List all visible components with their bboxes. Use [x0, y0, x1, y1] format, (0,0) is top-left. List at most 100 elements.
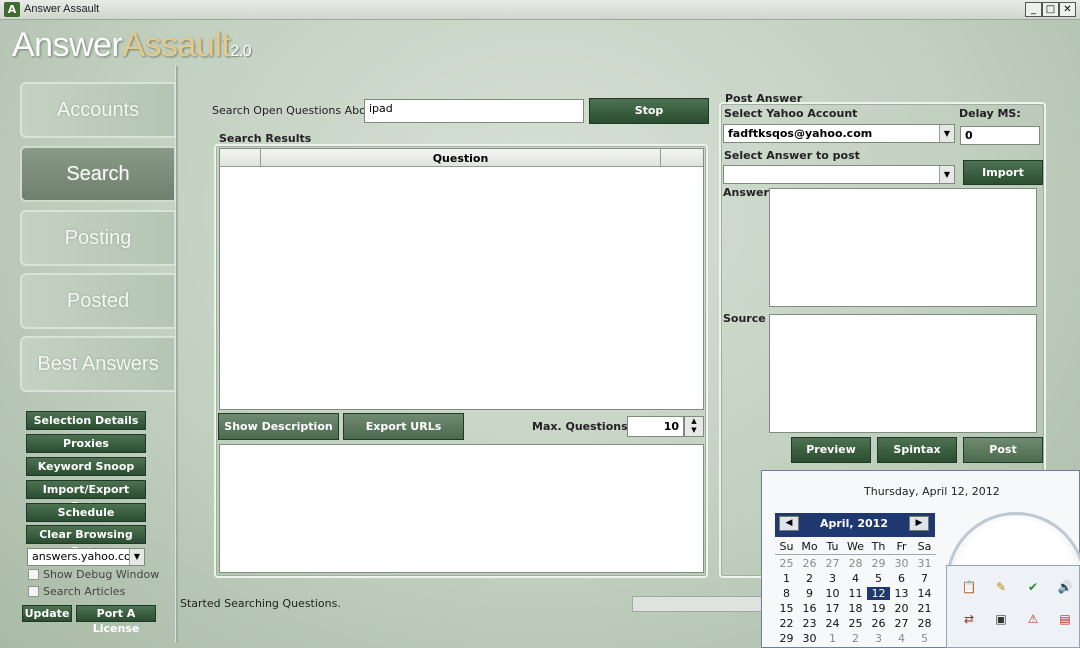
calendar-day[interactable]: 13: [890, 587, 913, 600]
close-button[interactable]: ✕: [1059, 2, 1076, 17]
clipboard-icon[interactable]: 📋: [961, 580, 977, 594]
preview-button[interactable]: Preview: [791, 437, 871, 463]
calendar-day[interactable]: 9: [798, 587, 821, 600]
calendar-day[interactable]: 6: [890, 572, 913, 585]
calendar-day[interactable]: 26: [798, 557, 821, 570]
monitor-icon[interactable]: ▣: [993, 612, 1009, 626]
calendar-day[interactable]: 3: [867, 632, 890, 645]
tray-icons-panel: 📋 ✎ ✔ 🔊 ⇄ ▣ ⚠ ▤: [946, 565, 1080, 648]
speaker-icon[interactable]: 🔊: [1057, 580, 1073, 594]
calendar-day[interactable]: 29: [867, 557, 890, 570]
calendar-day[interactable]: 27: [821, 557, 844, 570]
calendar-day[interactable]: 22: [775, 617, 798, 630]
calendar-day[interactable]: 17: [821, 602, 844, 615]
calendar-day[interactable]: 7: [913, 572, 936, 585]
calendar-day[interactable]: 21: [913, 602, 936, 615]
answer-textarea[interactable]: [769, 188, 1037, 307]
calendar-day[interactable]: 2: [798, 572, 821, 585]
post-button[interactable]: Post: [963, 437, 1043, 463]
calendar-day[interactable]: 29: [775, 632, 798, 645]
stepper-down-icon[interactable]: ▼: [685, 426, 703, 435]
schedule-button[interactable]: Schedule: [26, 503, 146, 522]
calendar-day[interactable]: 12: [867, 587, 890, 600]
account-select[interactable]: fadftksqos@yahoo.com: [723, 124, 955, 143]
calendar-day[interactable]: 5: [913, 632, 936, 645]
search-input[interactable]: ipad: [364, 99, 584, 123]
site-select[interactable]: answers.yahoo.com: [27, 548, 145, 566]
stepper-up-icon[interactable]: ▲: [685, 417, 703, 426]
calendar-day[interactable]: 4: [890, 632, 913, 645]
nav-posted[interactable]: Posted: [20, 273, 176, 329]
account-label: Select Yahoo Account: [724, 107, 858, 120]
chevron-down-icon[interactable]: ▼: [939, 125, 954, 142]
max-questions-stepper[interactable]: ▲ ▼: [684, 416, 704, 437]
calendar-day[interactable]: 25: [844, 617, 867, 630]
source-textarea[interactable]: [769, 314, 1037, 433]
nav-search[interactable]: Search: [20, 146, 176, 202]
calendar-day[interactable]: 11: [844, 587, 867, 600]
calendar-day[interactable]: 28: [913, 617, 936, 630]
chevron-down-icon[interactable]: ▼: [939, 166, 954, 183]
articles-checkbox[interactable]: [28, 586, 39, 597]
clear-browsing-data-button[interactable]: Clear Browsing Data: [26, 525, 146, 558]
calendar-day[interactable]: 31: [913, 557, 936, 570]
calendar-prev-button[interactable]: ◀: [779, 516, 799, 531]
calendar-day[interactable]: 19: [867, 602, 890, 615]
status-text: Started Searching Questions.: [180, 597, 341, 610]
calendar-day[interactable]: 10: [821, 587, 844, 600]
calendar-day[interactable]: 28: [844, 557, 867, 570]
calendar-weekday: We: [847, 540, 864, 553]
calendar-day[interactable]: 5: [867, 572, 890, 585]
calendar-day[interactable]: 30: [798, 632, 821, 645]
stop-button[interactable]: Stop: [589, 98, 709, 124]
show-description-button[interactable]: Show Description: [218, 413, 339, 440]
calendar-day[interactable]: 20: [890, 602, 913, 615]
calendar-day[interactable]: 16: [798, 602, 821, 615]
title-bar: [0, 0, 1080, 20]
nav-posting[interactable]: Posting: [20, 210, 176, 266]
import-export-button[interactable]: Import/Export Data: [26, 480, 146, 513]
calendar-weekday: Tu: [826, 540, 839, 553]
calendar-day[interactable]: 26: [867, 617, 890, 630]
pdf-icon[interactable]: ▤: [1057, 612, 1073, 626]
calendar-day[interactable]: 3: [821, 572, 844, 585]
nav-divider: [175, 66, 178, 642]
max-questions-input[interactable]: 10: [627, 416, 684, 437]
answer-select[interactable]: [723, 165, 955, 184]
calendar-weekday: Sa: [917, 540, 932, 553]
calendar-day[interactable]: 15: [775, 602, 798, 615]
calendar-day[interactable]: 2: [844, 632, 867, 645]
calendar-day[interactable]: 1: [775, 572, 798, 585]
keyword-snoop-button[interactable]: Keyword Snoop: [26, 457, 146, 476]
calendar-day[interactable]: 18: [844, 602, 867, 615]
update-button[interactable]: Update: [22, 605, 72, 622]
calendar-day[interactable]: 14: [913, 587, 936, 600]
debug-checkbox[interactable]: [28, 569, 39, 580]
nav-accounts[interactable]: Accounts: [20, 82, 176, 138]
maximize-button[interactable]: □: [1042, 2, 1059, 17]
port-license-button[interactable]: Port A License: [76, 605, 156, 635]
chat-icon[interactable]: ✎: [993, 580, 1009, 594]
calendar-next-button[interactable]: ▶: [909, 516, 929, 531]
network-icon[interactable]: ⇄: [961, 612, 977, 626]
export-urls-button[interactable]: Export URLs: [343, 413, 464, 440]
calendar-day[interactable]: 23: [798, 617, 821, 630]
minimize-button[interactable]: _: [1025, 2, 1042, 17]
spintax-button[interactable]: Spintax: [877, 437, 957, 463]
nav-best-answers[interactable]: Best Answers: [20, 336, 176, 392]
proxies-button[interactable]: Proxies: [26, 434, 146, 453]
column-question[interactable]: Question: [261, 152, 660, 165]
delay-input[interactable]: 0: [960, 126, 1040, 145]
calendar-day[interactable]: 8: [775, 587, 798, 600]
calendar-day[interactable]: 27: [890, 617, 913, 630]
calendar-day[interactable]: 1: [821, 632, 844, 645]
check-icon[interactable]: ✔: [1025, 580, 1041, 594]
calendar-day[interactable]: 24: [821, 617, 844, 630]
import-button[interactable]: Import: [963, 160, 1043, 185]
calendar-day[interactable]: 25: [775, 557, 798, 570]
selection-details-button[interactable]: Selection Details: [26, 411, 146, 430]
chevron-down-icon[interactable]: ▼: [129, 549, 144, 565]
warning-icon[interactable]: ⚠: [1025, 612, 1041, 626]
calendar-day[interactable]: 4: [844, 572, 867, 585]
calendar-day[interactable]: 30: [890, 557, 913, 570]
